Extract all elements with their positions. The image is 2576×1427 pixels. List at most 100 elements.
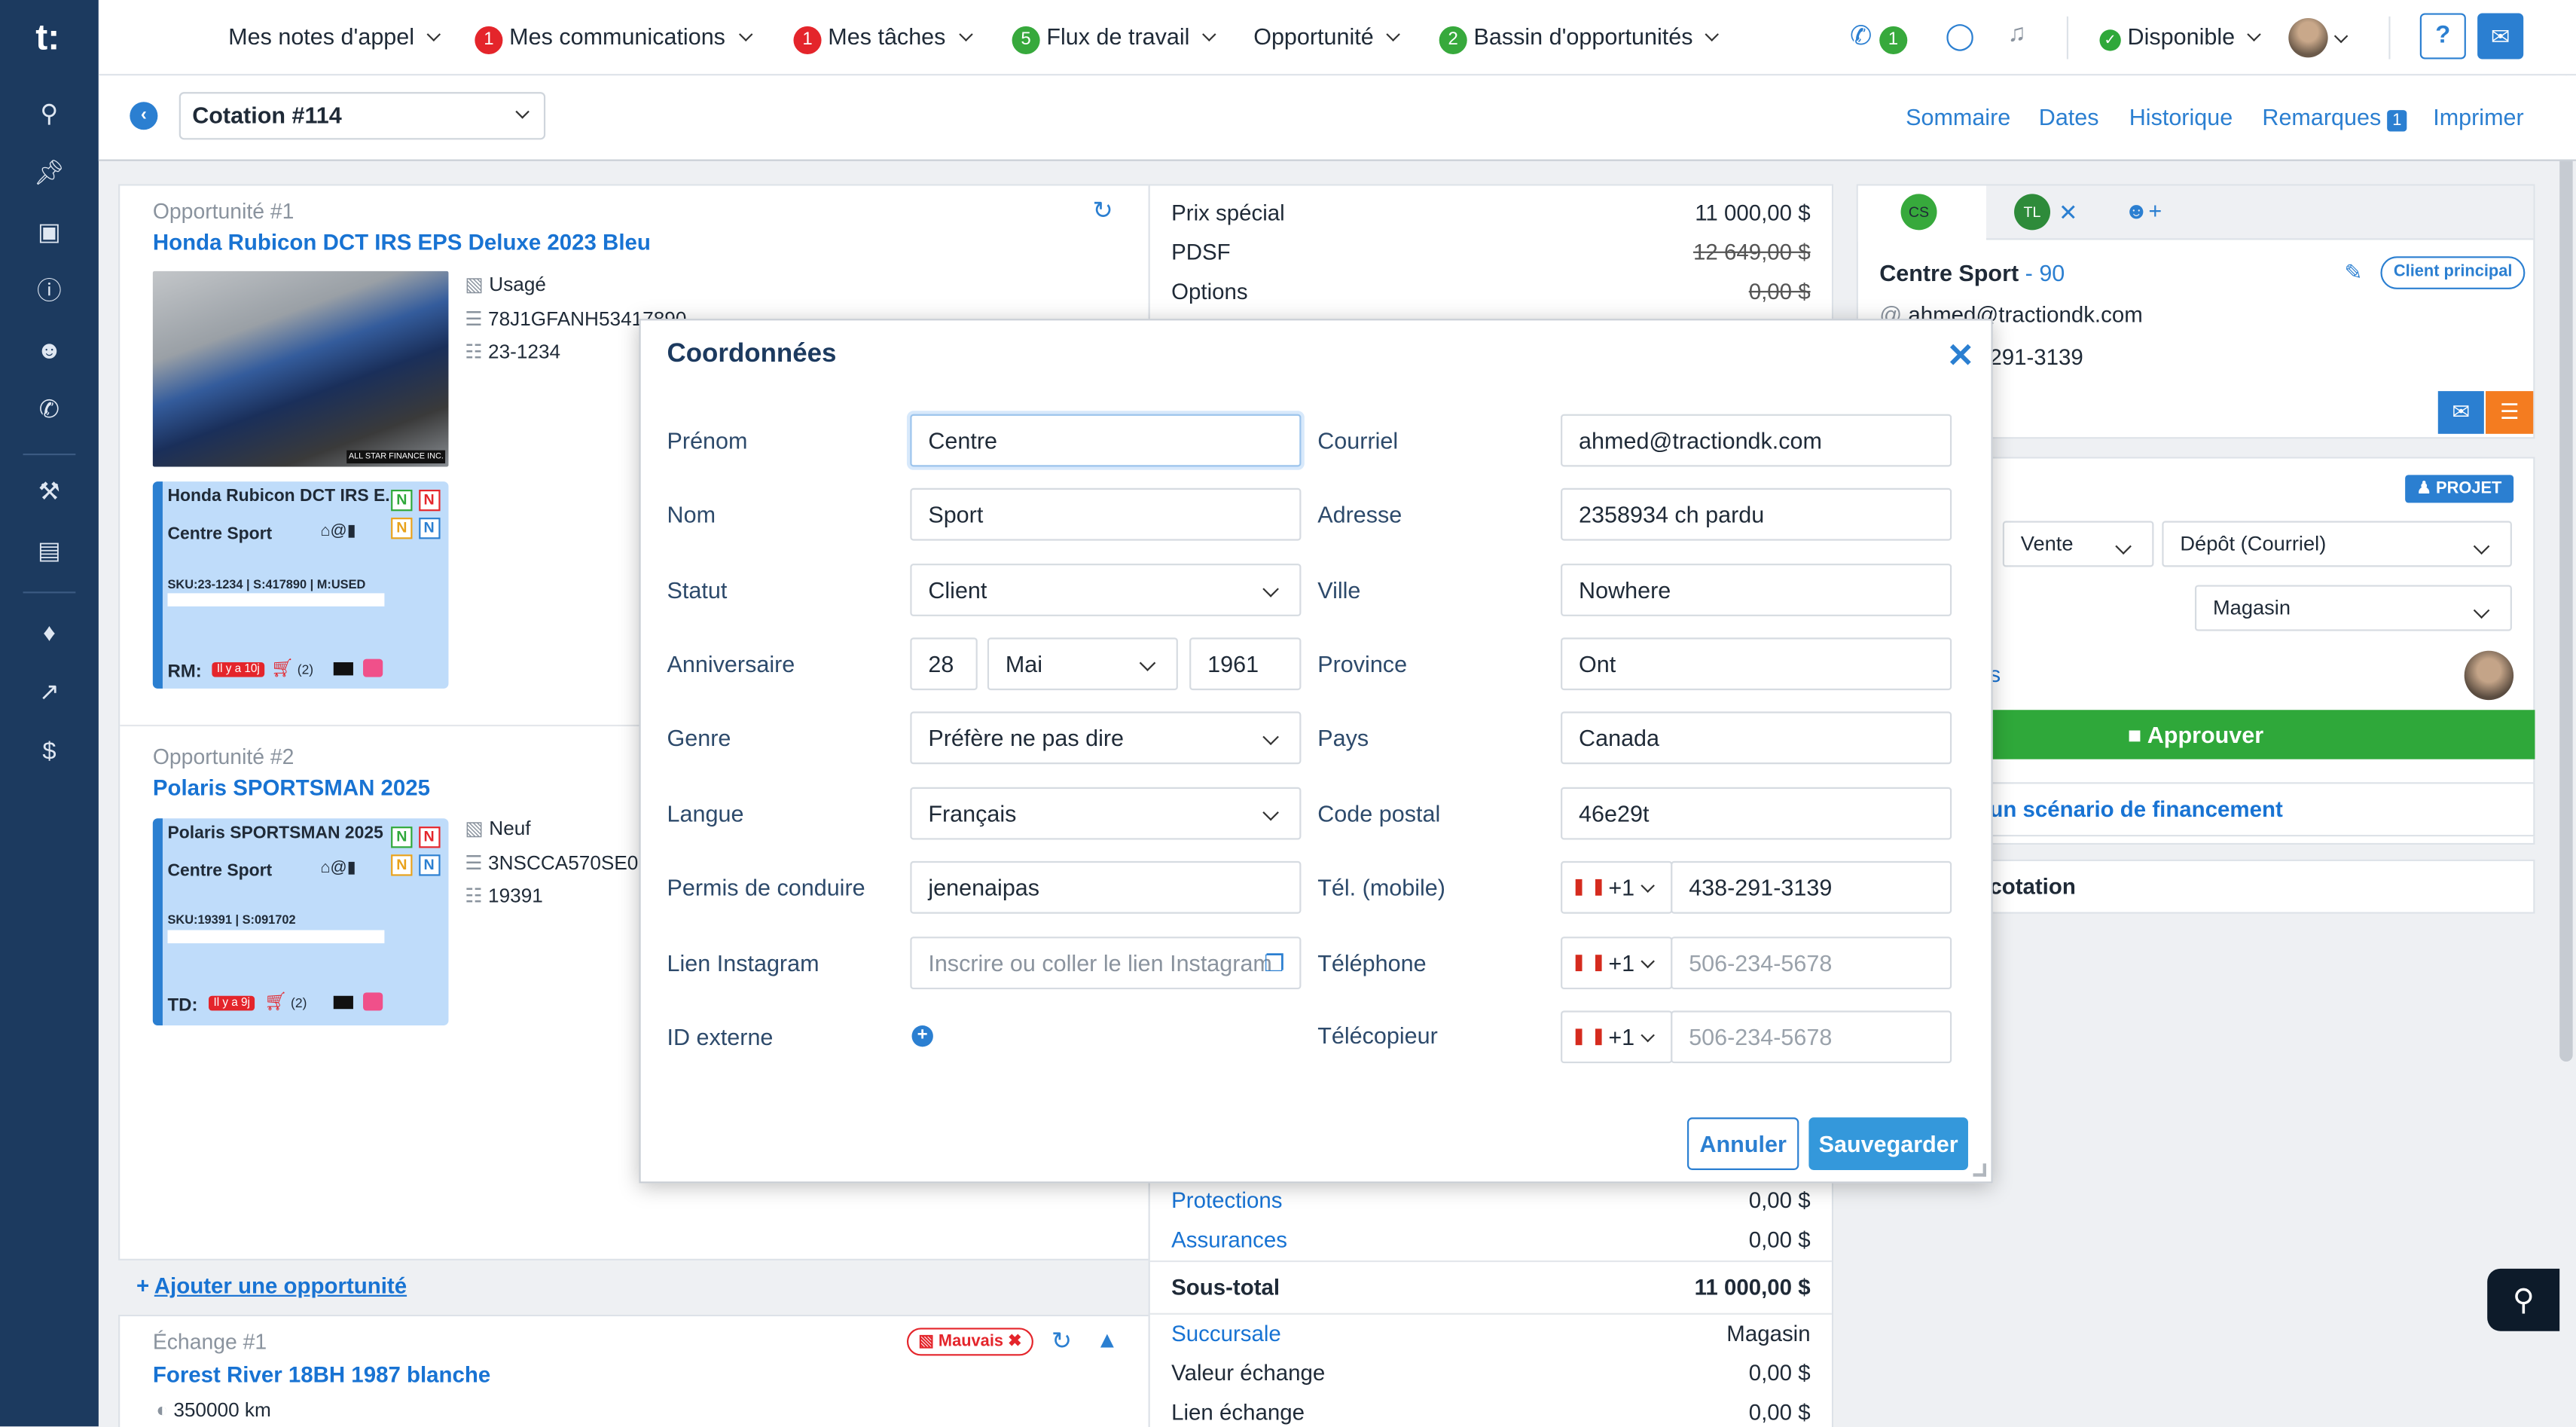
dollar-icon[interactable]: $ xyxy=(29,733,69,772)
city-input[interactable]: Nowhere xyxy=(1561,564,1952,616)
stock-text: 23-1234 xyxy=(488,340,561,364)
close-icon[interactable]: ✕ xyxy=(2059,199,2078,227)
chat-bubble-icon[interactable]: ◯ xyxy=(1945,20,1974,53)
birth-year-input[interactable]: 1961 xyxy=(1189,637,1302,691)
mobile-country-select[interactable]: +1 xyxy=(1561,860,1673,914)
field-label: Province xyxy=(1317,650,1408,677)
address-input[interactable]: 2358934 ch pardu xyxy=(1561,487,1952,541)
avatar[interactable] xyxy=(2464,650,2514,701)
history-icon[interactable]: ↻ xyxy=(1051,1326,1072,1355)
field-label: Ville xyxy=(1317,576,1361,603)
protections-link[interactable]: Protections xyxy=(1171,1188,1282,1213)
vehicle-tile[interactable]: Honda Rubicon DCT IRS E... N N N N Centr… xyxy=(152,481,449,689)
branch-select[interactable]: Magasin xyxy=(2194,585,2512,631)
task-list-icon[interactable]: ☰ xyxy=(2486,391,2534,434)
client-tab[interactable]: TL xyxy=(2014,194,2051,231)
resize-handle[interactable] xyxy=(1973,1163,1986,1177)
nav-opportunity-pool[interactable]: 2 Bassin d'opportunités xyxy=(1439,23,1720,54)
last-name-input[interactable]: Sport xyxy=(910,487,1302,541)
language-select[interactable]: Français xyxy=(910,787,1302,840)
chat-icon[interactable]: ✉ xyxy=(2477,13,2524,60)
birth-month-select[interactable]: Mai xyxy=(987,637,1178,691)
pencil-icon[interactable]: ✎ xyxy=(2344,260,2362,286)
trash-icon[interactable]: ▲ xyxy=(1096,1326,1119,1352)
phone-icon[interactable]: ✆ xyxy=(29,391,69,430)
phone-input[interactable]: 506-234-5678 xyxy=(1671,937,1952,990)
email-input[interactable]: ahmed@tractiondk.com xyxy=(1561,414,1952,467)
financing-link[interactable]: un scénario de financement xyxy=(1989,797,2282,822)
vehicle-tile[interactable]: Polaris SPORTSMAN 2025 N N N N Centre Sp… xyxy=(152,818,449,1026)
nav-workflow[interactable]: 5 Flux de travail xyxy=(1012,23,1216,54)
fax-country-select[interactable]: +1 xyxy=(1561,1010,1673,1064)
condition-text: Neuf xyxy=(489,817,531,840)
status-select[interactable]: Client xyxy=(910,564,1302,616)
chevron-down-icon[interactable] xyxy=(2333,26,2349,51)
opportunity-title[interactable]: Polaris SPORTSMAN 2025 xyxy=(153,775,430,800)
nav-opportunity[interactable]: Opportunité xyxy=(1253,23,1401,49)
copy-icon[interactable]: ❐ xyxy=(1264,938,1284,987)
chevron-down-icon xyxy=(737,27,752,42)
print-link[interactable]: Imprimer xyxy=(2433,103,2523,130)
source-select[interactable]: Dépôt (Courriel) xyxy=(2162,521,2512,567)
vehicle-image[interactable]: ALL STAR FINANCE INC. xyxy=(152,270,449,467)
chat-icon[interactable]: ✉ xyxy=(2437,391,2484,434)
monitor-icon[interactable]: ▣ xyxy=(29,214,69,253)
add-user-icon[interactable]: ☻+ xyxy=(2124,197,2162,224)
pin-icon[interactable]: 📌︎ xyxy=(29,154,69,194)
clipboard-icon[interactable]: ▤ xyxy=(29,533,69,572)
scrollbar-thumb[interactable] xyxy=(2559,75,2573,1062)
country-input[interactable]: Canada xyxy=(1561,711,1952,765)
dates-link[interactable]: Dates xyxy=(2039,103,2099,130)
app-logo[interactable]: t: xyxy=(23,17,72,60)
users-icon[interactable]: ☻ xyxy=(29,332,69,371)
client-tab-active[interactable]: CS xyxy=(1857,185,1986,242)
calls-button[interactable]: ✆ 1 xyxy=(1850,20,1914,54)
mobile-phone-input[interactable]: 438-291-3139 xyxy=(1671,860,1952,914)
save-button[interactable]: Sauvegarder xyxy=(1808,1117,1968,1170)
wrench-icon[interactable]: ⚒ xyxy=(29,473,69,512)
divider xyxy=(1149,1260,1832,1263)
help-circle-icon[interactable]: ⓘ xyxy=(29,273,69,312)
price-value: Magasin xyxy=(1726,1321,1811,1346)
branch-link[interactable]: Succursale xyxy=(1171,1322,1281,1346)
remarks-link[interactable]: Remarques 1 xyxy=(2262,103,2407,132)
nav-communications[interactable]: 1 Mes communications xyxy=(475,23,752,54)
instagram-input[interactable]: Inscrire ou coller le lien Instagram ❐ xyxy=(910,937,1302,990)
add-opportunity-link[interactable]: + Ajouter une opportunité xyxy=(136,1273,407,1298)
plus-circle-icon[interactable]: + xyxy=(911,1025,933,1047)
nav-call-notes[interactable]: Mes notes d'appel xyxy=(228,23,441,49)
condition-badge[interactable]: ▧ Mauvais ✖ xyxy=(906,1328,1033,1356)
history-link[interactable]: Historique xyxy=(2129,103,2233,130)
cancel-button[interactable]: Annuler xyxy=(1687,1117,1799,1170)
postal-code-input[interactable]: 46e29t xyxy=(1561,787,1952,840)
avatar[interactable] xyxy=(2288,17,2328,58)
fax-input[interactable]: 506-234-5678 xyxy=(1671,1010,1952,1064)
birth-day-input[interactable]: 28 xyxy=(910,637,978,691)
phone-country-select[interactable]: +1 xyxy=(1561,937,1673,990)
close-icon[interactable]: ✕ xyxy=(1947,335,1975,377)
chevron-down-icon xyxy=(1386,27,1401,42)
drivers-license-input[interactable]: jenenaipas xyxy=(910,860,1302,914)
search-icon[interactable]: ⚲ xyxy=(29,96,69,135)
insurance-link[interactable]: Assurances xyxy=(1171,1227,1287,1252)
gender-select[interactable]: Préfère ne pas dire xyxy=(910,711,1302,765)
opportunity-title[interactable]: Honda Rubicon DCT IRS EPS Deluxe 2023 Bl… xyxy=(153,230,651,255)
quote-select[interactable]: Cotation #114 xyxy=(179,92,546,140)
trade-title[interactable]: Forest River 18BH 1987 blanche xyxy=(153,1362,490,1387)
type-select[interactable]: Vente xyxy=(2002,521,2154,567)
first-name-input[interactable]: Centre xyxy=(910,414,1302,467)
availability-status[interactable]: ✓ Disponible xyxy=(2099,23,2262,51)
bell-icon[interactable]: ♫ xyxy=(2007,20,2026,47)
tag-icon[interactable]: ♦ xyxy=(29,615,69,654)
chart-line-icon[interactable]: ↗ xyxy=(29,674,69,713)
nav-tasks[interactable]: 1 Mes tâches xyxy=(793,23,972,54)
back-arrow-icon[interactable]: ‹ xyxy=(130,102,158,130)
province-input[interactable]: Ont xyxy=(1561,637,1952,691)
count-badge: 2 xyxy=(1439,26,1467,54)
help-button[interactable]: ? xyxy=(2419,13,2466,60)
zoom-search-icon[interactable]: ⚲ xyxy=(2487,1268,2560,1331)
history-icon[interactable]: ↻ xyxy=(1092,196,1113,225)
opportunity-header: Opportunité #1 xyxy=(152,198,295,224)
scrollbar-track[interactable] xyxy=(2556,75,2576,1427)
summary-link[interactable]: Sommaire xyxy=(1906,103,2010,130)
